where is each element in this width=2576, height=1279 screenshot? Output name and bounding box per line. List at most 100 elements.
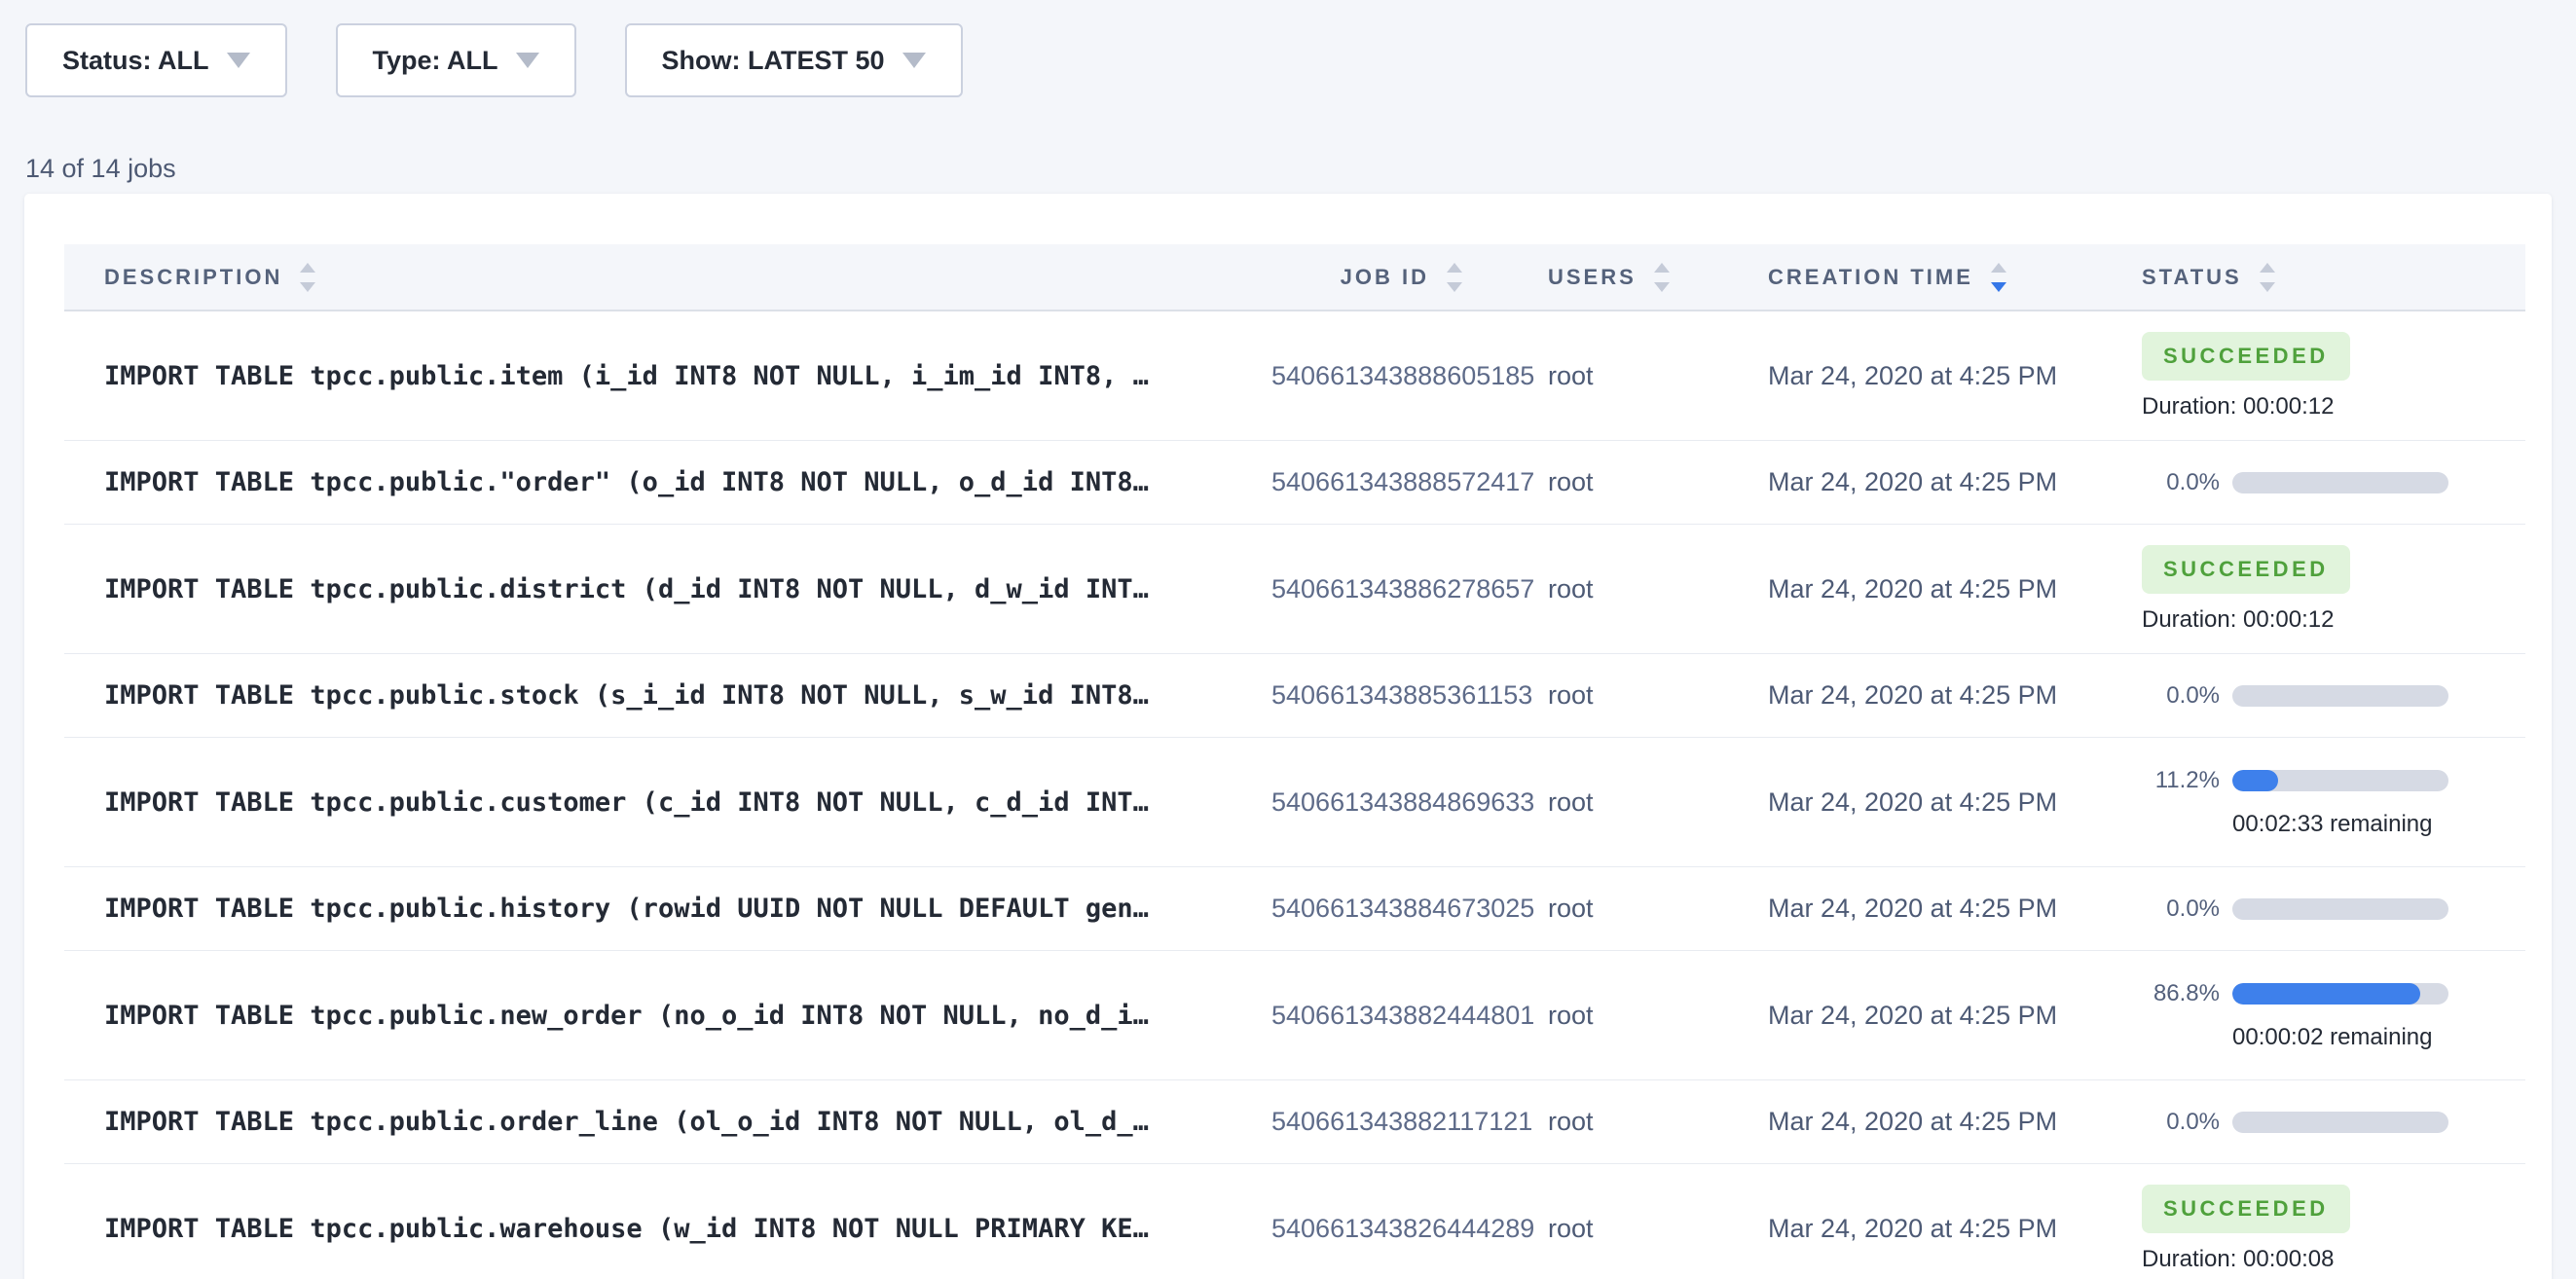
job-id-cell: 540661343826444289 bbox=[1271, 1214, 1466, 1244]
description-cell: IMPORT TABLE tpcc.public.new_order (no_o… bbox=[64, 1001, 1271, 1031]
progress-row: 0.0% bbox=[2142, 469, 2525, 496]
sort-icon[interactable] bbox=[2260, 263, 2275, 292]
table-header-row: DESCRIPTION JOB ID USERS CREATION TIME S… bbox=[64, 244, 2525, 311]
job-id-cell: 540661343888572417 bbox=[1271, 467, 1466, 497]
users-cell: root bbox=[1466, 1214, 1690, 1244]
status-cell: 86.8% 00:00:02 remaining bbox=[2065, 980, 2525, 1051]
progress-percent: 86.8% bbox=[2142, 980, 2220, 1007]
jobs-card: DESCRIPTION JOB ID USERS CREATION TIME S… bbox=[24, 194, 2552, 1279]
progress-percent: 0.0% bbox=[2142, 895, 2220, 923]
table-body: IMPORT TABLE tpcc.public.item (i_id INT8… bbox=[64, 311, 2525, 1279]
status-cell: 0.0% bbox=[2065, 682, 2525, 710]
chevron-down-icon bbox=[227, 53, 250, 68]
status-filter-dropdown[interactable]: Status: ALL bbox=[25, 23, 287, 97]
progress-percent: 11.2% bbox=[2142, 767, 2220, 794]
column-header-description[interactable]: DESCRIPTION bbox=[64, 263, 1271, 292]
table-row: IMPORT TABLE tpcc.public.history (rowid … bbox=[64, 867, 2525, 951]
column-header-creation-time[interactable]: CREATION TIME bbox=[1690, 263, 2065, 292]
description-cell: IMPORT TABLE tpcc.public."order" (o_id I… bbox=[64, 467, 1271, 497]
progress-row: 86.8% bbox=[2142, 980, 2525, 1007]
progress-bar bbox=[2232, 770, 2448, 791]
creation-time-cell: Mar 24, 2020 at 4:25 PM bbox=[1690, 574, 2065, 604]
description-cell: IMPORT TABLE tpcc.public.customer (c_id … bbox=[64, 787, 1271, 818]
show-filter-dropdown[interactable]: Show: LATEST 50 bbox=[625, 23, 963, 97]
table-row: IMPORT TABLE tpcc.public."order" (o_id I… bbox=[64, 441, 2525, 525]
jobs-table: DESCRIPTION JOB ID USERS CREATION TIME S… bbox=[64, 244, 2525, 1279]
creation-time-cell: Mar 24, 2020 at 4:25 PM bbox=[1690, 1214, 2065, 1244]
progress-bar bbox=[2232, 898, 2448, 920]
progress-percent: 0.0% bbox=[2142, 469, 2220, 496]
job-id-cell: 540661343888605185 bbox=[1271, 361, 1466, 391]
job-id-cell: 540661343884869633 bbox=[1271, 787, 1466, 818]
progress-row: 11.2% bbox=[2142, 767, 2525, 794]
table-row: IMPORT TABLE tpcc.public.item (i_id INT8… bbox=[64, 311, 2525, 441]
type-filter-dropdown[interactable]: Type: ALL bbox=[336, 23, 576, 97]
progress-bar bbox=[2232, 1112, 2448, 1133]
table-row: IMPORT TABLE tpcc.public.warehouse (w_id… bbox=[64, 1164, 2525, 1279]
table-row: IMPORT TABLE tpcc.public.stock (s_i_id I… bbox=[64, 654, 2525, 738]
sort-icon[interactable] bbox=[1991, 263, 2006, 292]
jobs-filter-bar: Status: ALL Type: ALL Show: LATEST 50 bbox=[25, 23, 963, 97]
users-cell: root bbox=[1466, 787, 1690, 818]
progress-bar-fill bbox=[2232, 983, 2420, 1005]
column-header-job-id[interactable]: JOB ID bbox=[1271, 263, 1466, 292]
status-cell: 0.0% bbox=[2065, 469, 2525, 496]
chevron-down-icon bbox=[516, 53, 539, 68]
users-cell: root bbox=[1466, 894, 1690, 924]
progress-row: 0.0% bbox=[2142, 895, 2525, 923]
job-id-cell: 540661343882444801 bbox=[1271, 1001, 1466, 1031]
progress-row: 0.0% bbox=[2142, 1109, 2525, 1136]
creation-time-cell: Mar 24, 2020 at 4:25 PM bbox=[1690, 680, 2065, 711]
progress-row: 0.0% bbox=[2142, 682, 2525, 710]
column-header-status[interactable]: STATUS bbox=[2065, 263, 2525, 292]
creation-time-cell: Mar 24, 2020 at 4:25 PM bbox=[1690, 1001, 2065, 1031]
creation-time-cell: Mar 24, 2020 at 4:25 PM bbox=[1690, 467, 2065, 497]
status-badge: SUCCEEDED bbox=[2142, 332, 2350, 381]
sort-icon[interactable] bbox=[1447, 263, 1462, 292]
sort-icon[interactable] bbox=[300, 263, 315, 292]
table-row: IMPORT TABLE tpcc.public.customer (c_id … bbox=[64, 738, 2525, 867]
job-id-cell: 540661343886278657 bbox=[1271, 574, 1466, 604]
sort-icon[interactable] bbox=[1654, 263, 1670, 292]
status-cell: SUCCEEDEDDuration: 00:00:12 bbox=[2065, 545, 2525, 634]
description-cell: IMPORT TABLE tpcc.public.history (rowid … bbox=[64, 894, 1271, 924]
description-cell: IMPORT TABLE tpcc.public.district (d_id … bbox=[64, 574, 1271, 604]
duration-text: Duration: 00:00:12 bbox=[2142, 393, 2525, 420]
users-cell: root bbox=[1466, 361, 1690, 391]
job-id-cell: 540661343885361153 bbox=[1271, 680, 1466, 711]
chevron-down-icon bbox=[902, 53, 926, 68]
table-row: IMPORT TABLE tpcc.public.district (d_id … bbox=[64, 525, 2525, 654]
progress-bar bbox=[2232, 983, 2448, 1005]
table-row: IMPORT TABLE tpcc.public.order_line (ol_… bbox=[64, 1080, 2525, 1164]
users-cell: root bbox=[1466, 680, 1690, 711]
table-row: IMPORT TABLE tpcc.public.new_order (no_o… bbox=[64, 951, 2525, 1080]
description-cell: IMPORT TABLE tpcc.public.stock (s_i_id I… bbox=[64, 680, 1271, 711]
column-header-users[interactable]: USERS bbox=[1466, 263, 1690, 292]
job-id-cell: 540661343882117121 bbox=[1271, 1107, 1466, 1137]
users-cell: root bbox=[1466, 1001, 1690, 1031]
users-cell: root bbox=[1466, 1107, 1690, 1137]
duration-text: Duration: 00:00:08 bbox=[2142, 1246, 2525, 1273]
progress-percent: 0.0% bbox=[2142, 682, 2220, 710]
progress-bar-fill bbox=[2232, 770, 2278, 791]
type-filter-label: Type: ALL bbox=[373, 46, 498, 76]
job-id-cell: 540661343884673025 bbox=[1271, 894, 1466, 924]
show-filter-label: Show: LATEST 50 bbox=[662, 46, 885, 76]
progress-bar bbox=[2232, 685, 2448, 707]
status-cell: SUCCEEDED Duration: 00:00:12 bbox=[2065, 332, 2525, 420]
progress-percent: 0.0% bbox=[2142, 1109, 2220, 1136]
remaining-text: 00:00:02 remaining bbox=[2232, 1024, 2525, 1051]
status-cell: 11.2%00:02:33 remaining bbox=[2065, 767, 2525, 838]
progress-bar bbox=[2232, 472, 2448, 493]
status-cell: 0.0% bbox=[2065, 1109, 2525, 1136]
duration-text: Duration: 00:00:12 bbox=[2142, 606, 2525, 634]
users-cell: root bbox=[1466, 467, 1690, 497]
jobs-count: 14 of 14 jobs bbox=[25, 154, 176, 184]
status-cell: 0.0% bbox=[2065, 895, 2525, 923]
status-cell: SUCCEEDED Duration: 00:00:08 bbox=[2065, 1185, 2525, 1273]
status-badge: SUCCEEDED bbox=[2142, 1185, 2350, 1233]
creation-time-cell: Mar 24, 2020 at 4:25 PM bbox=[1690, 787, 2065, 818]
creation-time-cell: Mar 24, 2020 at 4:25 PM bbox=[1690, 361, 2065, 391]
users-cell: root bbox=[1466, 574, 1690, 604]
creation-time-cell: Mar 24, 2020 at 4:25 PM bbox=[1690, 894, 2065, 924]
